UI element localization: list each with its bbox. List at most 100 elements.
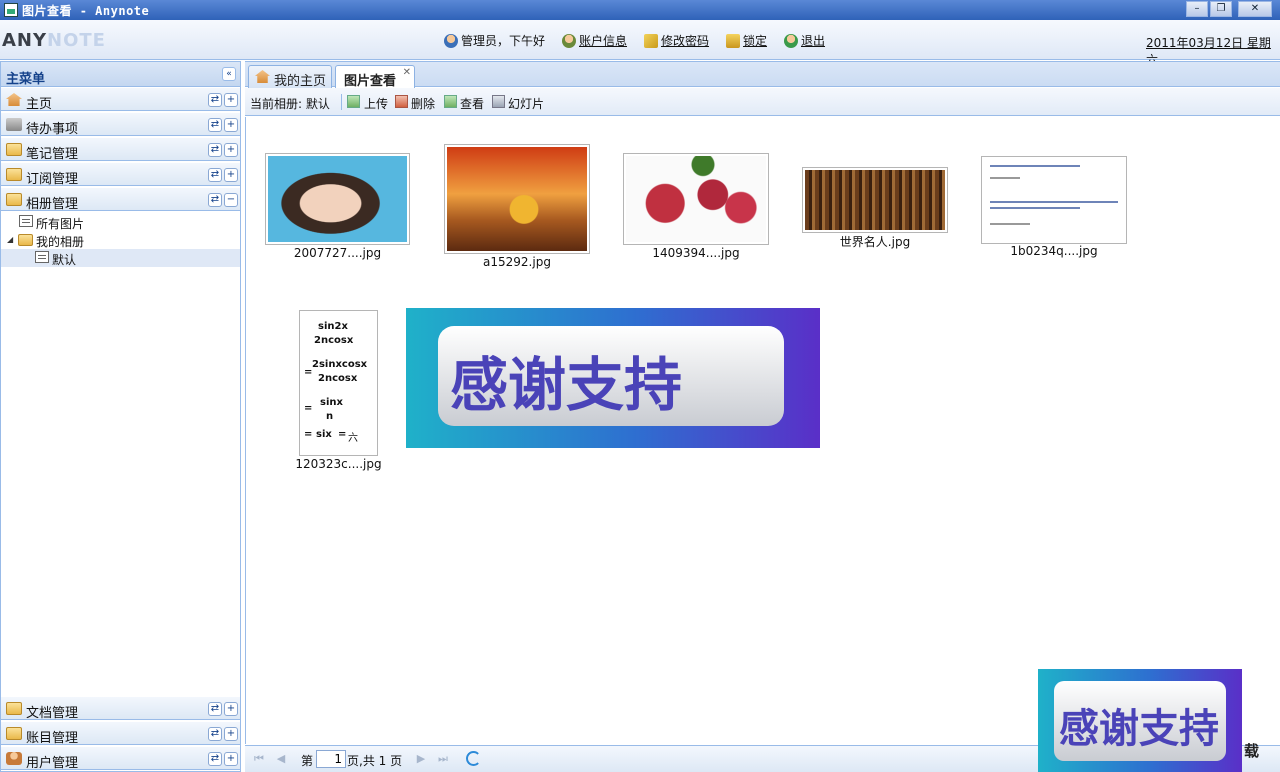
close-button[interactable]: ✕ (1238, 1, 1272, 17)
todo-icon (6, 118, 22, 131)
expand-icon[interactable]: + (224, 168, 238, 182)
next-page-icon[interactable]: ▶ (415, 753, 427, 765)
user-icon (444, 33, 458, 48)
expand-icon[interactable]: + (224, 93, 238, 107)
key-icon (644, 33, 658, 48)
lock-link[interactable]: 锁定 (726, 32, 767, 49)
sidebar-item-home[interactable]: 主页 ⇄ + (1, 87, 240, 112)
sidebar-item-albums[interactable]: 相册管理 ⇄ − (1, 187, 240, 212)
folder-open-icon (6, 193, 22, 206)
image-thumbnail[interactable] (265, 153, 410, 245)
photo-roses (626, 156, 766, 242)
tree-item-my-albums[interactable]: ◢ 我的相册 (1, 231, 240, 249)
account-info-link[interactable]: 账户信息 (562, 32, 627, 49)
image-caption: 世界名人.jpg (839, 235, 911, 249)
page-number-input[interactable] (316, 750, 346, 768)
sidebar-item-notes[interactable]: 笔记管理 ⇄ + (1, 137, 240, 162)
sidebar-header: 主菜单 « (1, 62, 240, 87)
logout-link[interactable]: 退出 (784, 32, 825, 49)
tab-home[interactable]: 我的主页 (248, 65, 332, 89)
image-caption: a15292.jpg (483, 255, 551, 269)
expand-icon[interactable]: + (224, 752, 238, 766)
sidebar-title: 主菜单 (6, 72, 46, 87)
collapse-icon[interactable]: − (224, 193, 238, 207)
image-thumbnail[interactable] (981, 156, 1127, 244)
slideshow-icon (492, 95, 505, 108)
refresh-icon[interactable]: ⇄ (208, 93, 222, 107)
sidebar-item-todo[interactable]: 待办事项 ⇄ + (1, 112, 240, 137)
window-titlebar: 图片查看 - Anynote – ❐ ✕ (0, 0, 1280, 20)
refresh-icon[interactable]: ⇄ (208, 143, 222, 157)
watermark-text: 载 (1244, 742, 1260, 760)
user-icon (6, 752, 22, 765)
restore-button[interactable]: ❐ (1210, 1, 1232, 17)
refresh-icon[interactable]: ⇄ (208, 702, 222, 716)
refresh-icon[interactable]: ⇄ (208, 118, 222, 132)
list-icon (35, 251, 49, 263)
photo-lion (447, 147, 587, 251)
list-icon (19, 215, 33, 227)
image-thumbnail[interactable] (623, 153, 769, 245)
expand-icon[interactable]: + (224, 143, 238, 157)
view-button[interactable]: 查看 (460, 95, 484, 112)
sidebar: 主菜单 « 主页 ⇄ + 待办事项 ⇄ + 笔记管理 ⇄ + 订阅管理 ⇄ + … (0, 61, 241, 772)
folder-icon (6, 702, 22, 715)
folder-icon (6, 143, 22, 156)
tab-strip: 我的主页 图片查看 ✕ (245, 61, 1280, 89)
folder-icon (6, 727, 22, 740)
expand-icon[interactable]: + (224, 727, 238, 741)
photo-famous-people (805, 170, 945, 230)
page-total: 页,共 1 页 (347, 754, 403, 768)
thanks-watermark: 感谢支持 (1038, 669, 1242, 772)
refresh-icon[interactable]: ⇄ (208, 727, 222, 741)
sidebar-item-accounts[interactable]: 账目管理 ⇄ + (1, 721, 240, 746)
delete-icon (395, 95, 408, 108)
image-caption: 1409394....jpg (652, 246, 740, 260)
home-icon (255, 70, 270, 83)
home-icon (6, 93, 22, 106)
sidebar-item-users[interactable]: 用户管理 ⇄ + (1, 746, 240, 771)
change-password-link[interactable]: 修改密码 (644, 32, 709, 49)
thanks-banner: 感谢支持 (406, 308, 820, 448)
expand-icon[interactable]: + (224, 702, 238, 716)
upload-icon (347, 95, 360, 108)
greeting: 管理员，下午好 (444, 32, 545, 49)
upload-button[interactable]: 上传 (364, 95, 388, 112)
image-thumbnail[interactable] (444, 144, 590, 254)
collapse-sidebar-button[interactable]: « (222, 67, 236, 81)
first-page-icon[interactable]: ⏮ (253, 753, 265, 765)
image-caption: 120323c....jpg (295, 457, 382, 471)
image-caption: 1b0234q....jpg (1010, 244, 1098, 258)
tree-expand-icon[interactable]: ◢ (7, 235, 13, 244)
app-icon (4, 3, 18, 17)
image-thumbnail[interactable]: sin2x 2ncosx = 2sinxcosx 2ncosx = sinx n… (299, 310, 378, 456)
page-prefix: 第 (301, 754, 314, 768)
refresh-icon[interactable]: ⇄ (208, 752, 222, 766)
last-page-icon[interactable]: ⏭ (437, 753, 449, 765)
window-title: 图片查看 - Anynote (22, 4, 150, 18)
logout-icon (784, 33, 798, 48)
photo-girl (268, 156, 407, 242)
delete-button[interactable]: 删除 (411, 95, 435, 112)
tree-item-default[interactable]: 默认 (1, 249, 240, 267)
close-tab-icon[interactable]: ✕ (403, 67, 411, 78)
photo-formula: sin2x 2ncosx = 2sinxcosx 2ncosx = sinx n… (302, 313, 375, 453)
account-icon (562, 33, 576, 48)
lock-icon (726, 33, 740, 48)
expand-icon[interactable]: + (224, 118, 238, 132)
refresh-icon[interactable]: ⇄ (208, 168, 222, 182)
sidebar-item-documents[interactable]: 文档管理 ⇄ + (1, 696, 240, 721)
folder-icon (6, 168, 22, 181)
refresh-icon[interactable]: ⇄ (208, 193, 222, 207)
tab-image-viewer[interactable]: 图片查看 ✕ (335, 65, 415, 89)
toolbar: 当前相册: 默认 上传 删除 查看 幻灯片 (245, 88, 1280, 116)
photo-document (984, 159, 1124, 241)
sidebar-item-subscriptions[interactable]: 订阅管理 ⇄ + (1, 162, 240, 187)
prev-page-icon[interactable]: ◀ (275, 753, 287, 765)
image-gallery: 2007727....jpg a15292.jpg 1409394....jpg… (245, 117, 1280, 744)
slideshow-button[interactable]: 幻灯片 (508, 95, 544, 112)
refresh-icon[interactable] (466, 751, 481, 766)
image-thumbnail[interactable] (802, 167, 948, 233)
tree-item-all-images[interactable]: 所有图片 (1, 213, 240, 231)
minimize-button[interactable]: – (1186, 1, 1208, 17)
